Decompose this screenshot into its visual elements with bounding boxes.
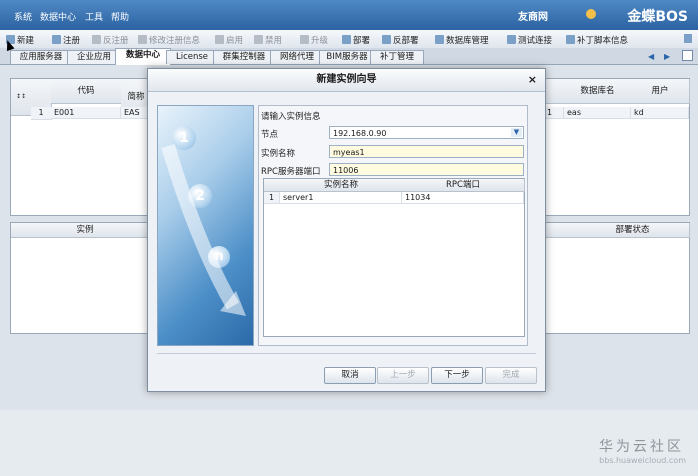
menu-data-center[interactable]: 数据中心 xyxy=(40,10,76,23)
instance-table-corner xyxy=(11,223,32,238)
register-button[interactable]: 注册 xyxy=(52,34,80,46)
wizard-form-panel: 请输入实例信息 节点 192.168.0.90 ▼ 实例名称 myeas1 RP… xyxy=(258,105,528,346)
status-area xyxy=(0,410,698,476)
tab-patch-management[interactable]: 补丁管理 xyxy=(370,50,424,64)
node-value: 192.168.0.90 xyxy=(333,129,387,138)
node-label: 节点 xyxy=(261,130,279,140)
undeploy-button[interactable]: 反部署 xyxy=(382,34,419,46)
edit-register-icon xyxy=(138,35,147,44)
wizard-illustration: 1 2 n xyxy=(157,105,254,346)
close-icon[interactable]: × xyxy=(528,73,537,86)
inner-cell-instance-name[interactable]: server1 xyxy=(280,192,402,204)
column-header-rpc-port[interactable]: RPC端口 xyxy=(402,179,525,192)
brand-logo: 金蝶BOS xyxy=(627,9,688,25)
test-connection-button[interactable]: 测试连接 xyxy=(507,34,552,46)
column-header-instance-name[interactable]: 实例名称 xyxy=(280,179,403,192)
database-management-button-label: 数据库管理 xyxy=(446,36,489,46)
undeploy-button-label: 反部署 xyxy=(393,36,419,46)
column-header-user[interactable]: 用户 xyxy=(631,79,690,104)
menu-help[interactable]: 帮助 xyxy=(111,10,129,23)
tab-license[interactable]: License xyxy=(166,50,218,64)
upgrade-button-label: 升级 xyxy=(311,36,329,46)
toolbar-overflow-icon[interactable] xyxy=(684,34,692,43)
disable-button[interactable]: 禁用 xyxy=(254,34,282,46)
dialog-divider xyxy=(157,353,536,354)
row-number: 1 xyxy=(31,107,52,120)
column-header-blank xyxy=(544,79,565,104)
tab-app-server[interactable]: 应用服务器 xyxy=(10,50,72,64)
upgrade-icon xyxy=(300,35,309,44)
unregister-button-label: 反注册 xyxy=(103,36,129,46)
node-combobox[interactable]: 192.168.0.90 ▼ xyxy=(329,126,524,139)
unregister-button[interactable]: 反注册 xyxy=(92,34,129,46)
watermark-text: 华为云社区 xyxy=(599,439,684,455)
rpc-port-input[interactable]: 11006 xyxy=(329,163,524,176)
menu-tools[interactable]: 工具 xyxy=(85,10,103,23)
table-corner[interactable]: ↕↕ xyxy=(11,79,32,116)
instance-name-label: 实例名称 xyxy=(261,149,296,159)
register-icon xyxy=(52,35,61,44)
deploy-button-label: 部署 xyxy=(353,36,371,46)
partner-logo: 友商网 xyxy=(518,12,548,23)
tab-enterprise-app[interactable]: 企业应用 xyxy=(67,50,121,64)
deploy-icon xyxy=(342,35,351,44)
watermark-url: bbs.huaweicloud.com xyxy=(599,456,686,465)
tab-list-icon[interactable] xyxy=(682,50,693,61)
enable-icon xyxy=(215,35,224,44)
enable-button[interactable]: 启用 xyxy=(215,34,243,46)
finish-button[interactable]: 完成 xyxy=(485,367,537,384)
enable-button-label: 启用 xyxy=(226,36,244,46)
column-header-instance[interactable]: 实例 xyxy=(31,223,140,238)
rpc-port-label: RPC服务器端口 xyxy=(261,167,321,177)
new-instance-wizard-dialog: 新建实例向导 × 1 2 n 请输入实例信息 节点 192.168.0.90 ▼… xyxy=(147,68,546,392)
inner-table-corner xyxy=(264,179,281,192)
inner-row-number: 1 xyxy=(264,192,280,204)
column-header-blank-3 xyxy=(544,223,577,238)
existing-instances-table: 实例名称 RPC端口 1 server1 11034 xyxy=(263,178,525,337)
disable-icon xyxy=(254,35,263,44)
dialog-title[interactable]: 新建实例向导 xyxy=(148,69,545,92)
menu-system[interactable]: 系统 xyxy=(14,10,32,23)
test-connection-icon xyxy=(507,35,516,44)
database-management-button[interactable]: 数据库管理 xyxy=(435,34,489,46)
deploy-button[interactable]: 部署 xyxy=(342,34,370,46)
next-button[interactable]: 下一步 xyxy=(431,367,483,384)
inner-cell-rpc-port[interactable]: 11034 xyxy=(402,192,524,204)
column-header-deploy-status[interactable]: 部署状态 xyxy=(576,223,690,238)
cell-code[interactable]: E001 xyxy=(51,107,121,119)
column-header-database-name[interactable]: 数据库名 xyxy=(564,79,632,104)
edit-register-button-label: 修改注册信息 xyxy=(149,36,201,46)
register-button-label: 注册 xyxy=(63,36,81,46)
instance-name-input[interactable]: myeas1 xyxy=(329,145,524,158)
previous-button[interactable]: 上一步 xyxy=(377,367,429,384)
tab-bim-server[interactable]: BIM服务器 xyxy=(319,50,375,64)
tab-network-proxy[interactable]: 网络代理 xyxy=(270,50,324,64)
cell-database-name[interactable]: eas xyxy=(564,107,631,119)
database-icon xyxy=(435,35,444,44)
unregister-icon xyxy=(92,35,101,44)
wizard-arrow-icon xyxy=(161,143,246,316)
form-prompt: 请输入实例信息 xyxy=(261,112,321,122)
tab-cluster-controller[interactable]: 群集控制器 xyxy=(213,50,275,64)
patch-script-button-label: 补丁脚本信息 xyxy=(577,36,629,46)
column-header-code[interactable]: 代码 xyxy=(51,79,122,104)
cancel-button[interactable]: 取消 xyxy=(324,367,376,384)
new-button-label: 新建 xyxy=(17,36,35,46)
tab-data-center[interactable]: 数据中心 xyxy=(115,48,171,65)
tab-scroll-left-icon[interactable]: ◀ xyxy=(648,52,654,61)
cell-extra[interactable]: 1 xyxy=(544,107,564,119)
patch-script-icon xyxy=(566,35,575,44)
edit-register-button[interactable]: 修改注册信息 xyxy=(138,34,200,46)
disable-button-label: 禁用 xyxy=(265,36,283,46)
kingdee-logo-icon xyxy=(586,9,596,19)
tab-scroll-right-icon[interactable]: ▶ xyxy=(664,52,670,61)
chevron-down-icon[interactable]: ▼ xyxy=(511,128,522,137)
patch-script-button[interactable]: 补丁脚本信息 xyxy=(566,34,628,46)
cell-user[interactable]: kd xyxy=(631,107,689,119)
undeploy-icon xyxy=(382,35,391,44)
test-connection-button-label: 测试连接 xyxy=(518,36,553,46)
upgrade-button[interactable]: 升级 xyxy=(300,34,328,46)
